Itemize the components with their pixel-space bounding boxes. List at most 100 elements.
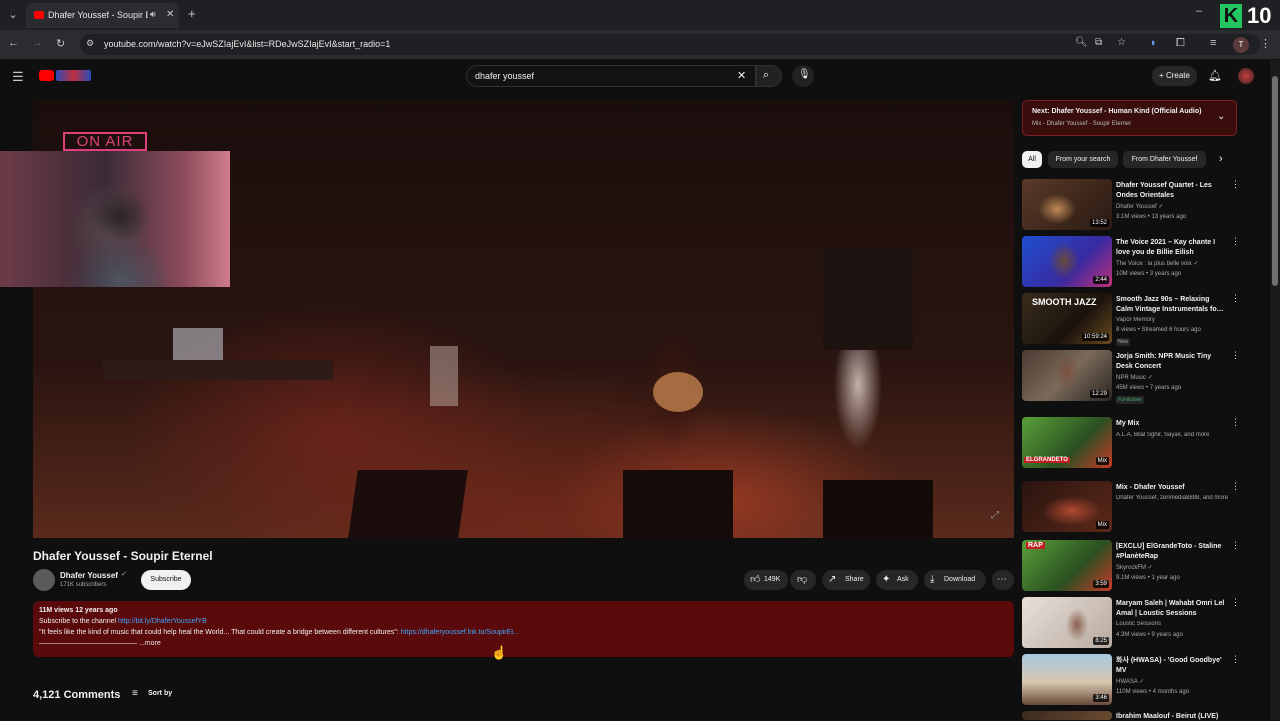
more-options-icon[interactable]: ⋮	[1231, 350, 1240, 361]
more-options-icon[interactable]: ⋮	[1231, 481, 1240, 492]
more-actions-button[interactable]: ⋯	[992, 570, 1014, 590]
list-item[interactable]: 2:44 The Voice 2021 – Kay chante I love …	[1022, 236, 1242, 288]
share-icon: ↗	[828, 574, 837, 585]
list-item[interactable]: SMOOTH JAZZ 10:59:24 Smooth Jazz 90s – R…	[1022, 293, 1242, 346]
plus-icon: +	[1159, 71, 1166, 80]
account-avatar[interactable]	[1238, 68, 1254, 84]
install-icon[interactable]: ⧉	[1095, 37, 1102, 48]
chevron-down-icon[interactable]: ⌄	[1217, 111, 1225, 122]
video-thumbnail[interactable]: 3:46	[1022, 654, 1112, 705]
create-button[interactable]: + Create	[1152, 66, 1197, 86]
bookmark-star-icon[interactable]: ☆	[1117, 37, 1126, 48]
search-input[interactable]: dhafer youssef ✕	[466, 65, 756, 87]
share-button[interactable]: ↗ Share	[822, 570, 870, 590]
reload-icon[interactable]: ↻	[56, 37, 65, 50]
chip-all[interactable]: All	[1022, 151, 1042, 168]
laptop	[173, 328, 223, 360]
like-button[interactable]: 👍︎ 149K	[744, 570, 788, 590]
fullscreen-corner-icon[interactable]: ⤢	[991, 510, 999, 521]
new-tab-icon[interactable]: +	[188, 6, 196, 21]
video-thumbnail[interactable]: Mix	[1022, 481, 1112, 532]
video-meta: 45M views • 7 years ago	[1116, 385, 1182, 391]
dislike-button[interactable]: 👎︎	[790, 570, 816, 590]
download-button[interactable]: ⤓ Download	[924, 570, 986, 590]
scrollbar-thumb[interactable]	[1272, 76, 1278, 286]
more-options-icon[interactable]: ⋮	[1231, 293, 1240, 304]
more-options-icon[interactable]: ⋮	[1231, 179, 1240, 190]
chips-next-icon[interactable]: ›	[1219, 153, 1223, 165]
tab-search-icon-2[interactable]: ≡	[1210, 37, 1216, 49]
thumbnail-text: SMOOTH JAZZ	[1032, 297, 1097, 307]
description-line-1: Subscribe to the channel http://bit.ly/D…	[39, 616, 1008, 627]
list-item[interactable]: ELGRANDETO Mix My Mix A.L.A, Bilal Sghir…	[1022, 417, 1242, 469]
more-options-icon[interactable]: ⋮	[1231, 597, 1240, 608]
sort-by-button[interactable]: Sort by	[148, 690, 172, 697]
sort-icon[interactable]: ≡	[132, 688, 138, 699]
video-meta: 110M views • 4 months ago	[1116, 689, 1190, 695]
description-box[interactable]: 11M views 12 years ago Subscribe to the …	[33, 601, 1014, 657]
channel-name[interactable]: Dhafer Youssef	[60, 571, 118, 580]
video-thumbnail[interactable]	[1022, 711, 1112, 720]
list-item[interactable]: 3:46 화사 (HWASA) - 'Good Goodbye' MV HWAS…	[1022, 654, 1242, 706]
url-text: youtube.com/watch?v=eJwSZIajEvI&list=RDe…	[104, 39, 391, 49]
description-more[interactable]: ―――――――――――――― ...more	[39, 638, 1008, 649]
video-thumbnail[interactable]: 8:25	[1022, 597, 1112, 648]
browser-tab[interactable]: Dhafer Youssef - Soupir Ete… 🔊︎ ✕	[26, 3, 179, 28]
video-thumbnail[interactable]: RAP 3:59	[1022, 540, 1112, 591]
mix-badge: Mix	[1095, 457, 1109, 465]
video-title: Dhafer Youssef Quartet - Les Ondes Orien…	[1116, 182, 1212, 199]
close-tab-icon[interactable]: ✕	[166, 9, 174, 20]
video-duration: 8:25	[1093, 637, 1109, 645]
video-thumbnail[interactable]: SMOOTH JAZZ 10:59:24	[1022, 293, 1112, 344]
search-button[interactable]: ⌕	[756, 65, 782, 87]
speaker-box	[348, 470, 468, 538]
channel-link[interactable]: http://bit.ly/DhaferYoussefYB	[118, 618, 207, 625]
site-info-icon[interactable]: ⚙	[86, 38, 94, 49]
subscribe-button[interactable]: Subscribe	[141, 570, 191, 590]
video-thumbnail[interactable]: 12:29	[1022, 350, 1112, 401]
page-scrollbar[interactable]	[1270, 60, 1280, 720]
more-options-icon[interactable]: ⋮	[1231, 654, 1240, 665]
more-options-icon[interactable]: ⋮	[1231, 236, 1240, 247]
subscriber-count: 171K subscribers	[60, 582, 107, 588]
forward-icon[interactable]: →	[32, 37, 43, 49]
list-item[interactable]: RAP 3:59 [EXCLU] ElGrandeToto - Staline …	[1022, 540, 1242, 592]
channel-avatar[interactable]	[33, 569, 55, 591]
back-icon[interactable]: ←	[8, 37, 19, 49]
speaker-icon[interactable]: 🔊︎	[150, 9, 156, 20]
search-icon: ⌕	[763, 69, 770, 81]
list-item[interactable]: 8:25 Maryam Saleh | Wahabt Omri Lel Amal…	[1022, 597, 1242, 649]
up-next-panel[interactable]: Next: Dhafer Youssef - Human Kind (Offic…	[1022, 100, 1237, 136]
hamburger-menu-icon[interactable]: ☰	[12, 69, 24, 85]
video-thumbnail[interactable]: 13:52	[1022, 179, 1112, 230]
list-item[interactable]: Mix Mix - Dhafer Youssef Dhafer Youssef,…	[1022, 481, 1242, 533]
list-item[interactable]: Ibrahim Maalouf - Beirut (LIVE)	[1022, 711, 1242, 720]
video-duration: 2:44	[1093, 276, 1109, 284]
clear-search-icon[interactable]: ✕	[737, 69, 746, 82]
profile-avatar[interactable]: T	[1233, 37, 1249, 53]
more-options-icon[interactable]: ⋮	[1231, 417, 1240, 428]
list-item[interactable]: 13:52 Dhafer Youssef Quartet - Les Ondes…	[1022, 179, 1242, 231]
overlay-k-icon: K	[1220, 4, 1242, 28]
video-thumbnail[interactable]: 2:44	[1022, 236, 1112, 287]
chip-from-your-search[interactable]: From your search	[1048, 151, 1118, 168]
puzzle-icon[interactable]: ⧠	[1176, 37, 1185, 50]
list-item[interactable]: 12:29 Jorja Smith: NPR Music Tiny Desk C…	[1022, 350, 1242, 404]
minimize-icon[interactable]: –	[1196, 5, 1202, 17]
album-link[interactable]: https://dhaferyoussef.lnk.to/SoupirEt...	[401, 629, 519, 636]
youtube-logo[interactable]	[39, 69, 91, 83]
ask-button[interactable]: ✦ Ask	[876, 570, 918, 590]
channel-name: Vapor Memory	[1116, 317, 1155, 323]
tab-search-icon[interactable]: ⌄	[6, 8, 20, 21]
browser-menu-icon[interactable]: ⋮	[1260, 37, 1271, 50]
channel-name: Loustic Sessions	[1116, 621, 1162, 627]
video-duration: 3:46	[1093, 694, 1109, 702]
notifications-bell-icon[interactable]: 🔔︎	[1208, 69, 1222, 82]
more-options-icon[interactable]: ⋮	[1231, 540, 1240, 551]
chip-from-dhafer-youssef[interactable]: From Dhafer Youssef	[1123, 151, 1206, 168]
extension-icon[interactable]: ◗	[1150, 37, 1157, 49]
url-field[interactable]: ⚙ youtube.com/watch?v=eJwSZIajEvI&list=R…	[80, 34, 1260, 55]
mouse-cursor-icon: ☝	[491, 645, 508, 660]
video-thumbnail[interactable]: ELGRANDETO Mix	[1022, 417, 1112, 468]
zoom-icon[interactable]: 🔍︎	[1075, 37, 1088, 48]
